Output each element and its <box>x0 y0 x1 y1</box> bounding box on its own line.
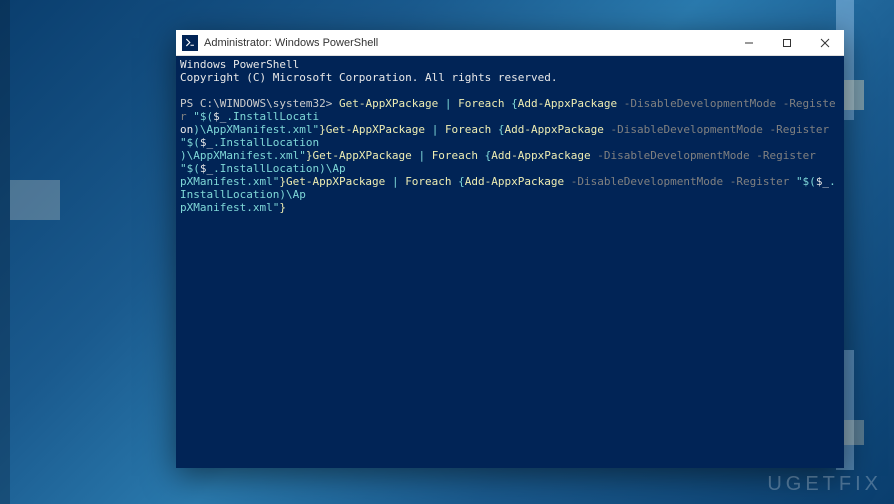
bg-decoration <box>0 0 10 504</box>
window-titlebar[interactable]: Administrator: Windows PowerShell <box>176 30 844 56</box>
minimize-button[interactable] <box>730 30 768 55</box>
bg-decoration <box>10 180 60 220</box>
terminal-command-line: pXManifest.xml"} <box>180 201 840 214</box>
terminal-header: Windows PowerShell <box>180 58 840 71</box>
terminal-command-line: )\AppXManifest.xml"}Get-AppXPackage | Fo… <box>180 149 840 175</box>
window-controls <box>730 30 844 55</box>
terminal-copyright: Copyright (C) Microsoft Corporation. All… <box>180 71 840 84</box>
terminal-output[interactable]: Windows PowerShellCopyright (C) Microsof… <box>176 56 844 468</box>
terminal-command-line: PS C:\WINDOWS\system32> Get-AppXPackage … <box>180 97 840 123</box>
terminal-command-line: pXManifest.xml"}Get-AppXPackage | Foreac… <box>180 175 840 201</box>
watermark-text: UGETFIX <box>767 473 882 496</box>
maximize-button[interactable] <box>768 30 806 55</box>
window-title: Administrator: Windows PowerShell <box>204 37 730 49</box>
powershell-window: Administrator: Windows PowerShell Window… <box>176 30 844 468</box>
close-button[interactable] <box>806 30 844 55</box>
powershell-icon <box>182 35 198 51</box>
terminal-prompt: PS C:\WINDOWS\system32> <box>180 97 339 110</box>
terminal-command-line: on)\AppXManifest.xml"}Get-AppXPackage | … <box>180 123 840 149</box>
terminal-blank <box>180 84 840 97</box>
